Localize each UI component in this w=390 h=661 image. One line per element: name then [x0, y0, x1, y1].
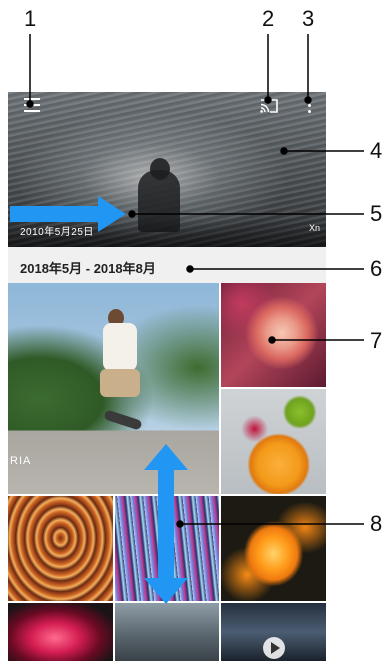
photo-thumbnail-sea[interactable]: [115, 603, 219, 661]
photo-thumbnail-fruit[interactable]: [221, 389, 326, 494]
play-icon[interactable]: [263, 637, 285, 659]
callout-8: 8: [370, 511, 383, 536]
skater-photo-text: RIA: [10, 455, 32, 467]
callout-1: 1: [24, 6, 37, 31]
video-thumbnail[interactable]: [221, 603, 326, 661]
skater-legs: [100, 369, 140, 397]
photo-thumbnail-skater[interactable]: RIA: [8, 283, 219, 494]
menu-icon[interactable]: [24, 98, 40, 112]
hero-badge: Xn: [308, 223, 320, 233]
photo-thumbnail-spiral[interactable]: [8, 496, 113, 601]
date-range-header: 2018年5月 - 2018年8月: [8, 247, 326, 283]
hero-date: 2010年5月25日: [20, 227, 94, 238]
photo-thumbnail-lily[interactable]: [221, 496, 326, 601]
cast-icon[interactable]: [260, 98, 278, 114]
callout-5: 5: [370, 201, 383, 226]
date-range-label: 2018年5月 - 2018年8月: [20, 261, 156, 276]
hero-highlight-photo[interactable]: 2010年5月25日 Xn: [8, 92, 326, 247]
callout-3: 3: [302, 6, 315, 31]
callout-4: 4: [370, 138, 383, 163]
callout-7: 7: [370, 328, 383, 353]
callout-2: 2: [262, 6, 275, 31]
photo-thumbnail-light-streaks[interactable]: [115, 496, 219, 601]
photo-thumbnail-flower[interactable]: [221, 283, 326, 387]
callout-6: 6: [370, 256, 383, 281]
more-vert-icon[interactable]: [306, 97, 312, 115]
photo-thumbnail-glass[interactable]: [8, 603, 113, 661]
skateboard: [103, 409, 143, 431]
gallery-screen: 2010年5月25日 Xn 2018年5月 - 2018年8月 RIA: [8, 92, 326, 661]
skater-body: [103, 323, 137, 371]
